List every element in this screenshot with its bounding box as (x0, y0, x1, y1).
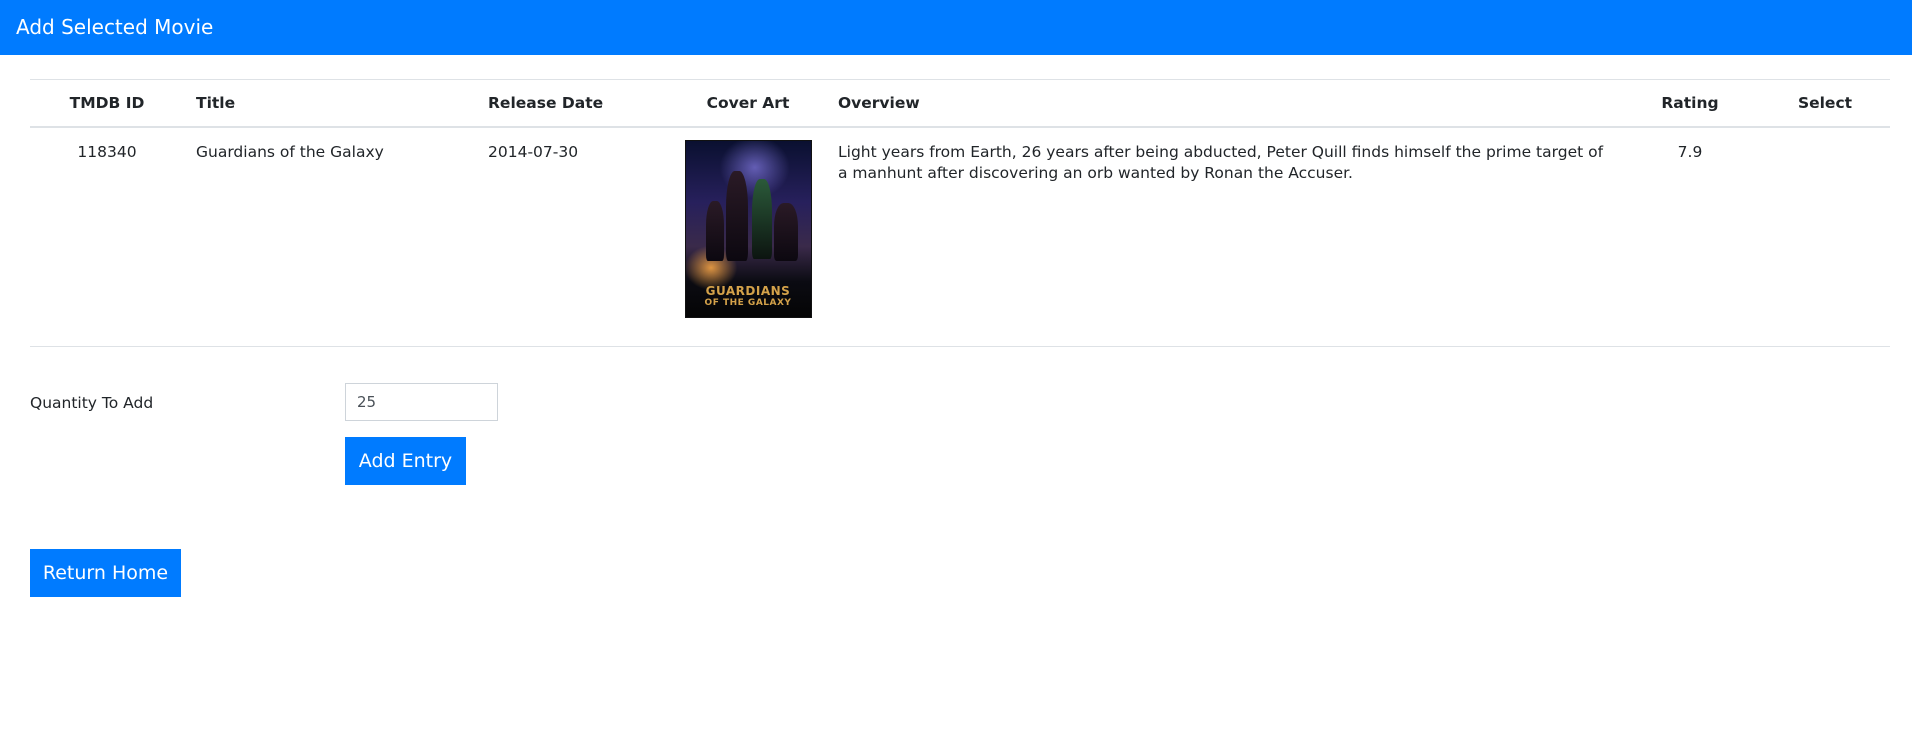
poster-logo-line1: GUARDIANS (705, 284, 791, 298)
table-header-row: TMDB ID Title Release Date Cover Art Ove… (30, 79, 1890, 128)
movie-poster-image: GUARDIANS OF THE GALAXY (684, 140, 812, 318)
column-header-rating: Rating (1620, 79, 1760, 128)
poster-figure (705, 201, 724, 261)
column-header-select: Select (1760, 79, 1890, 128)
movie-table: TMDB ID Title Release Date Cover Art Ove… (30, 79, 1890, 347)
quantity-input[interactable] (345, 383, 498, 421)
column-header-cover-art: Cover Art (670, 79, 826, 128)
return-home-button[interactable]: Return Home (30, 549, 181, 597)
poster-figure (751, 179, 772, 259)
quantity-label: Quantity To Add (30, 394, 154, 412)
column-header-tmdb-id: TMDB ID (30, 79, 184, 128)
column-header-overview: Overview (826, 79, 1620, 128)
cell-release-date: 2014-07-30 (476, 127, 670, 347)
column-header-release-date: Release Date (476, 79, 670, 128)
poster-logo-line2: OF THE GALAXY (704, 298, 792, 308)
poster-logo: GUARDIANS OF THE GALAXY (692, 285, 805, 309)
cell-overview: Light years from Earth, 26 years after b… (826, 127, 1620, 347)
cell-title: Guardians of the Galaxy (184, 127, 476, 347)
column-header-title: Title (184, 79, 476, 128)
top-navbar: Add Selected Movie (0, 0, 1912, 55)
cell-rating: 7.9 (1620, 127, 1760, 347)
poster-figure (773, 203, 798, 261)
cell-tmdb-id: 118340 (30, 127, 184, 347)
cell-select[interactable] (1760, 127, 1890, 347)
poster-figure (725, 171, 748, 261)
page-title: Add Selected Movie (16, 15, 214, 39)
table-row: 118340 Guardians of the Galaxy 2014-07-3… (30, 127, 1890, 347)
movie-table-container: TMDB ID Title Release Date Cover Art Ove… (30, 79, 1890, 347)
cell-cover-art: GUARDIANS OF THE GALAXY (670, 127, 826, 347)
add-entry-button[interactable]: Add Entry (345, 437, 466, 485)
